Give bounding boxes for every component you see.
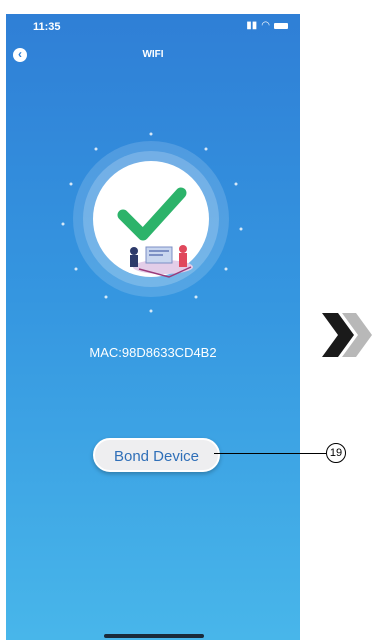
callout-number: 19	[326, 443, 346, 463]
phone-screen: 11:35 ▮▮ ◠ ‹ WIFI MAC:98D8633CD4B2 Bond …	[6, 14, 300, 640]
page-title: WIFI	[142, 49, 164, 60]
home-indicator[interactable]	[104, 634, 204, 638]
bond-device-button[interactable]: Bond Device	[93, 438, 220, 472]
status-bar: 11:35 ▮▮ ◠	[6, 14, 300, 36]
next-step-arrow-icon	[322, 313, 372, 357]
callout-line	[214, 453, 326, 454]
status-time: 11:35	[33, 21, 61, 33]
signal-icon: ▮▮	[246, 20, 258, 31]
status-icons: ▮▮ ◠	[246, 20, 288, 31]
battery-icon	[274, 22, 288, 29]
success-illustration	[61, 132, 243, 313]
wifi-icon: ◠	[261, 20, 270, 31]
mac-address-label: MAC:98D8633CD4B2	[89, 345, 217, 360]
